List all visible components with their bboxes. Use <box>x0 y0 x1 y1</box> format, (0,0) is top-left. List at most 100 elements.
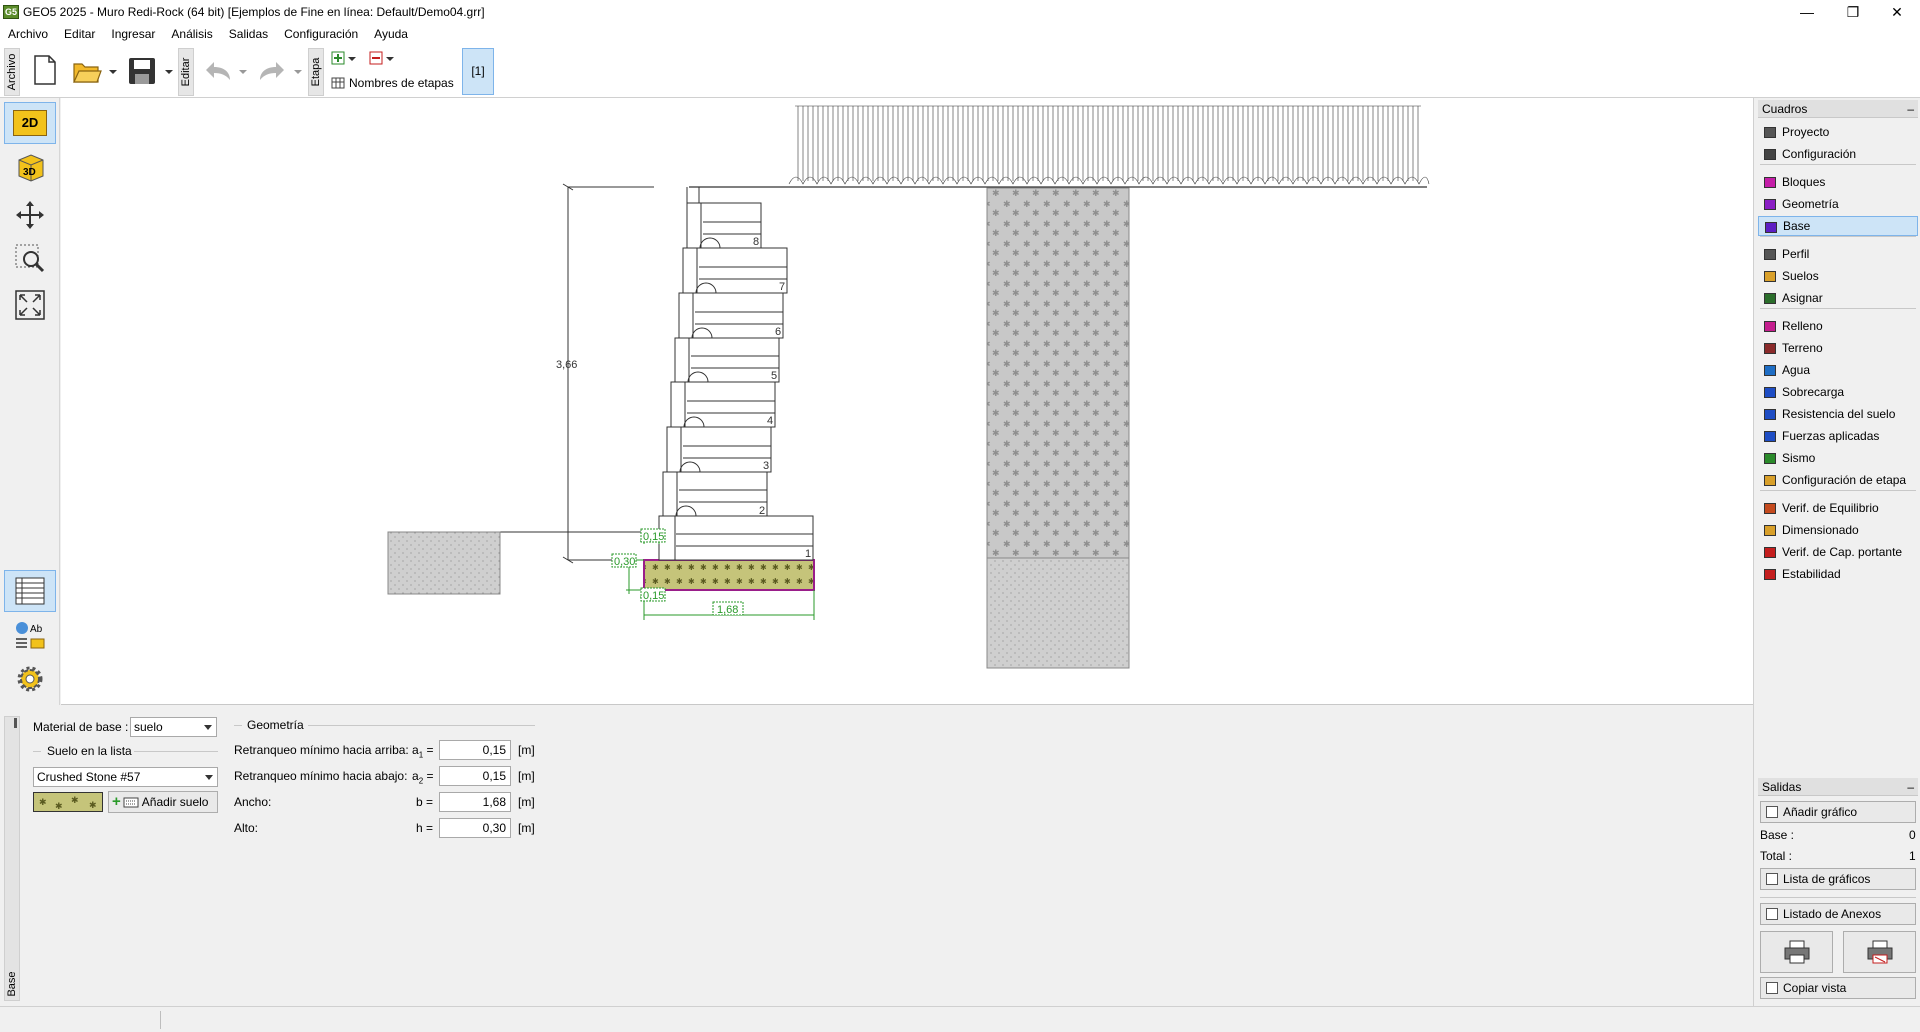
wall-drawing: ✱ ✱ ✱ ✱ <box>387 105 1430 669</box>
new-file-icon[interactable] <box>32 54 58 86</box>
frame-item-label: Relleno <box>1782 319 1823 333</box>
zoom-extents-button[interactable] <box>4 284 56 326</box>
frame-item-terrain[interactable]: Terreno <box>1758 338 1918 358</box>
zoom-button[interactable] <box>4 238 56 280</box>
add-graphic-button[interactable]: Añadir gráfico <box>1760 801 1916 823</box>
height-symbol: h = <box>416 821 434 835</box>
view-2d-button[interactable]: 2D <box>4 102 56 144</box>
chevron-down-icon[interactable] <box>385 55 395 63</box>
frame-item-surcharge[interactable]: Sobrecarga <box>1758 382 1918 402</box>
frame-item-bearing[interactable]: Verif. de Cap. portante <box>1758 542 1918 562</box>
width-label: Ancho: <box>234 795 272 809</box>
etapa-group-label: Etapa <box>308 48 324 96</box>
frame-item-blocks[interactable]: Bloques <box>1758 172 1918 192</box>
chevron-down-icon <box>205 775 213 780</box>
remove-stage-icon[interactable] <box>369 51 383 65</box>
material-select[interactable]: suelo <box>130 717 217 737</box>
menu-analisis[interactable]: Análisis <box>163 24 220 44</box>
chevron-down-icon[interactable] <box>164 68 174 76</box>
frame-item-forces[interactable]: Fuerzas aplicadas <box>1758 426 1918 446</box>
minimize-button[interactable]: — <box>1784 0 1830 24</box>
drawing-canvas[interactable]: ✱ ✱ ✱ ✱ <box>61 98 1753 705</box>
frame-item-backfill[interactable]: Relleno <box>1758 316 1918 336</box>
undo-icon[interactable] <box>202 58 234 84</box>
minimize-panel-button[interactable]: – <box>1907 100 1914 118</box>
print-preview-button[interactable] <box>1843 931 1916 973</box>
svg-text:Ab: Ab <box>30 624 43 635</box>
open-folder-icon[interactable] <box>72 56 102 86</box>
settings-button[interactable] <box>4 658 56 700</box>
frame-item-water[interactable]: Agua <box>1758 360 1918 380</box>
annex-list-button[interactable]: Listado de Anexos <box>1760 903 1916 925</box>
menu-ingresar[interactable]: Ingresar <box>103 24 163 44</box>
subsoil-column <box>986 557 1130 669</box>
svg-text:3D: 3D <box>23 167 36 178</box>
base-footing[interactable] <box>643 559 815 591</box>
add-soil-button[interactable]: + Añadir suelo <box>108 791 218 813</box>
soil-select[interactable]: Crushed Stone #57 <box>33 767 218 787</box>
restore-button[interactable]: ❐ <box>1830 0 1876 24</box>
frame-item-resistance[interactable]: Resistencia del suelo <box>1758 404 1918 424</box>
frame-item-stability[interactable]: Estabilidad <box>1758 564 1918 584</box>
frame-item-stage-settings[interactable]: Configuración de etapa <box>1758 470 1918 490</box>
wall-blocks[interactable] <box>658 187 814 561</box>
chevron-down-icon[interactable] <box>108 68 118 76</box>
stage-1-button[interactable]: [1] <box>462 48 494 95</box>
forces-icon <box>1764 431 1776 442</box>
close-button[interactable]: ✕ <box>1874 0 1920 24</box>
graphics-list-button[interactable]: Lista de gráficos <box>1760 868 1916 890</box>
svg-text:✱: ✱ <box>71 796 79 806</box>
setback-up-input[interactable]: 0,15 <box>439 740 511 760</box>
stage-names-button[interactable]: Nombres de etapas <box>331 74 454 92</box>
frame-item-assign[interactable]: Asignar <box>1758 288 1918 308</box>
frame-item-profile[interactable]: Perfil <box>1758 244 1918 264</box>
setback-down-unit: [m] <box>518 769 535 783</box>
add-stage-icon[interactable] <box>331 51 345 65</box>
backfill-gravel <box>986 187 1130 559</box>
cube-3d-icon: 3D <box>18 154 44 182</box>
pan-button[interactable] <box>4 194 56 236</box>
print-button[interactable] <box>1760 931 1833 973</box>
chevron-down-icon[interactable] <box>238 68 248 76</box>
height-input[interactable]: 0,30 <box>439 818 511 838</box>
frame-item-equilibrium[interactable]: Verif. de Equilibrio <box>1758 498 1918 518</box>
annex-icon <box>1766 908 1778 920</box>
legend-button[interactable]: Ab <box>4 614 56 656</box>
redo-icon[interactable] <box>256 58 288 84</box>
copy-view-button[interactable]: Copiar vista <box>1760 977 1916 999</box>
title-bar: G5 GEO5 2025 - Muro Redi-Rock (64 bit) [… <box>0 0 1920 24</box>
app-icon: G5 <box>3 5 19 19</box>
plus-icon: + <box>112 793 121 810</box>
frame-item-soils[interactable]: Suelos <box>1758 266 1918 286</box>
front-soil-block <box>387 531 501 595</box>
stage-settings-icon <box>1764 475 1776 486</box>
frame-item-label: Base <box>1783 219 1811 233</box>
menu-ayuda[interactable]: Ayuda <box>366 24 416 44</box>
setback-down-symbol: a2 = <box>412 769 434 786</box>
setback-down-input[interactable]: 0,15 <box>439 766 511 786</box>
save-icon[interactable] <box>127 56 157 86</box>
menu-editar[interactable]: Editar <box>56 24 103 44</box>
width-input[interactable]: 1,68 <box>439 792 511 812</box>
svg-text:✱: ✱ <box>89 801 97 811</box>
frame-item-earthquake[interactable]: Sismo <box>1758 448 1918 468</box>
menu-archivo[interactable]: Archivo <box>0 24 56 44</box>
frame-item-base[interactable]: Base <box>1758 216 1918 236</box>
frame-item-gear[interactable]: Configuración <box>1758 144 1918 164</box>
table-view-button[interactable] <box>4 570 56 612</box>
soils-icon <box>1764 271 1776 282</box>
menu-salidas[interactable]: Salidas <box>221 24 276 44</box>
minimize-panel-button[interactable]: – <box>1907 778 1914 796</box>
frame-item-label: Configuración <box>1782 147 1857 161</box>
chevron-down-icon[interactable] <box>293 68 303 76</box>
frame-item-label: Perfil <box>1782 247 1810 261</box>
chevron-down-icon[interactable] <box>347 55 357 63</box>
frame-item-dimensioning[interactable]: Dimensionado <box>1758 520 1918 540</box>
frame-item-label: Suelos <box>1782 269 1819 283</box>
frame-item-document[interactable]: Proyecto <box>1758 122 1918 142</box>
view-3d-button[interactable]: 3D <box>4 146 56 188</box>
menu-configuracion[interactable]: Configuración <box>276 24 366 44</box>
bearing-icon <box>1764 547 1776 558</box>
setback-bottom-label: 0,15 <box>643 590 664 602</box>
frame-item-geometry[interactable]: Geometría <box>1758 194 1918 214</box>
